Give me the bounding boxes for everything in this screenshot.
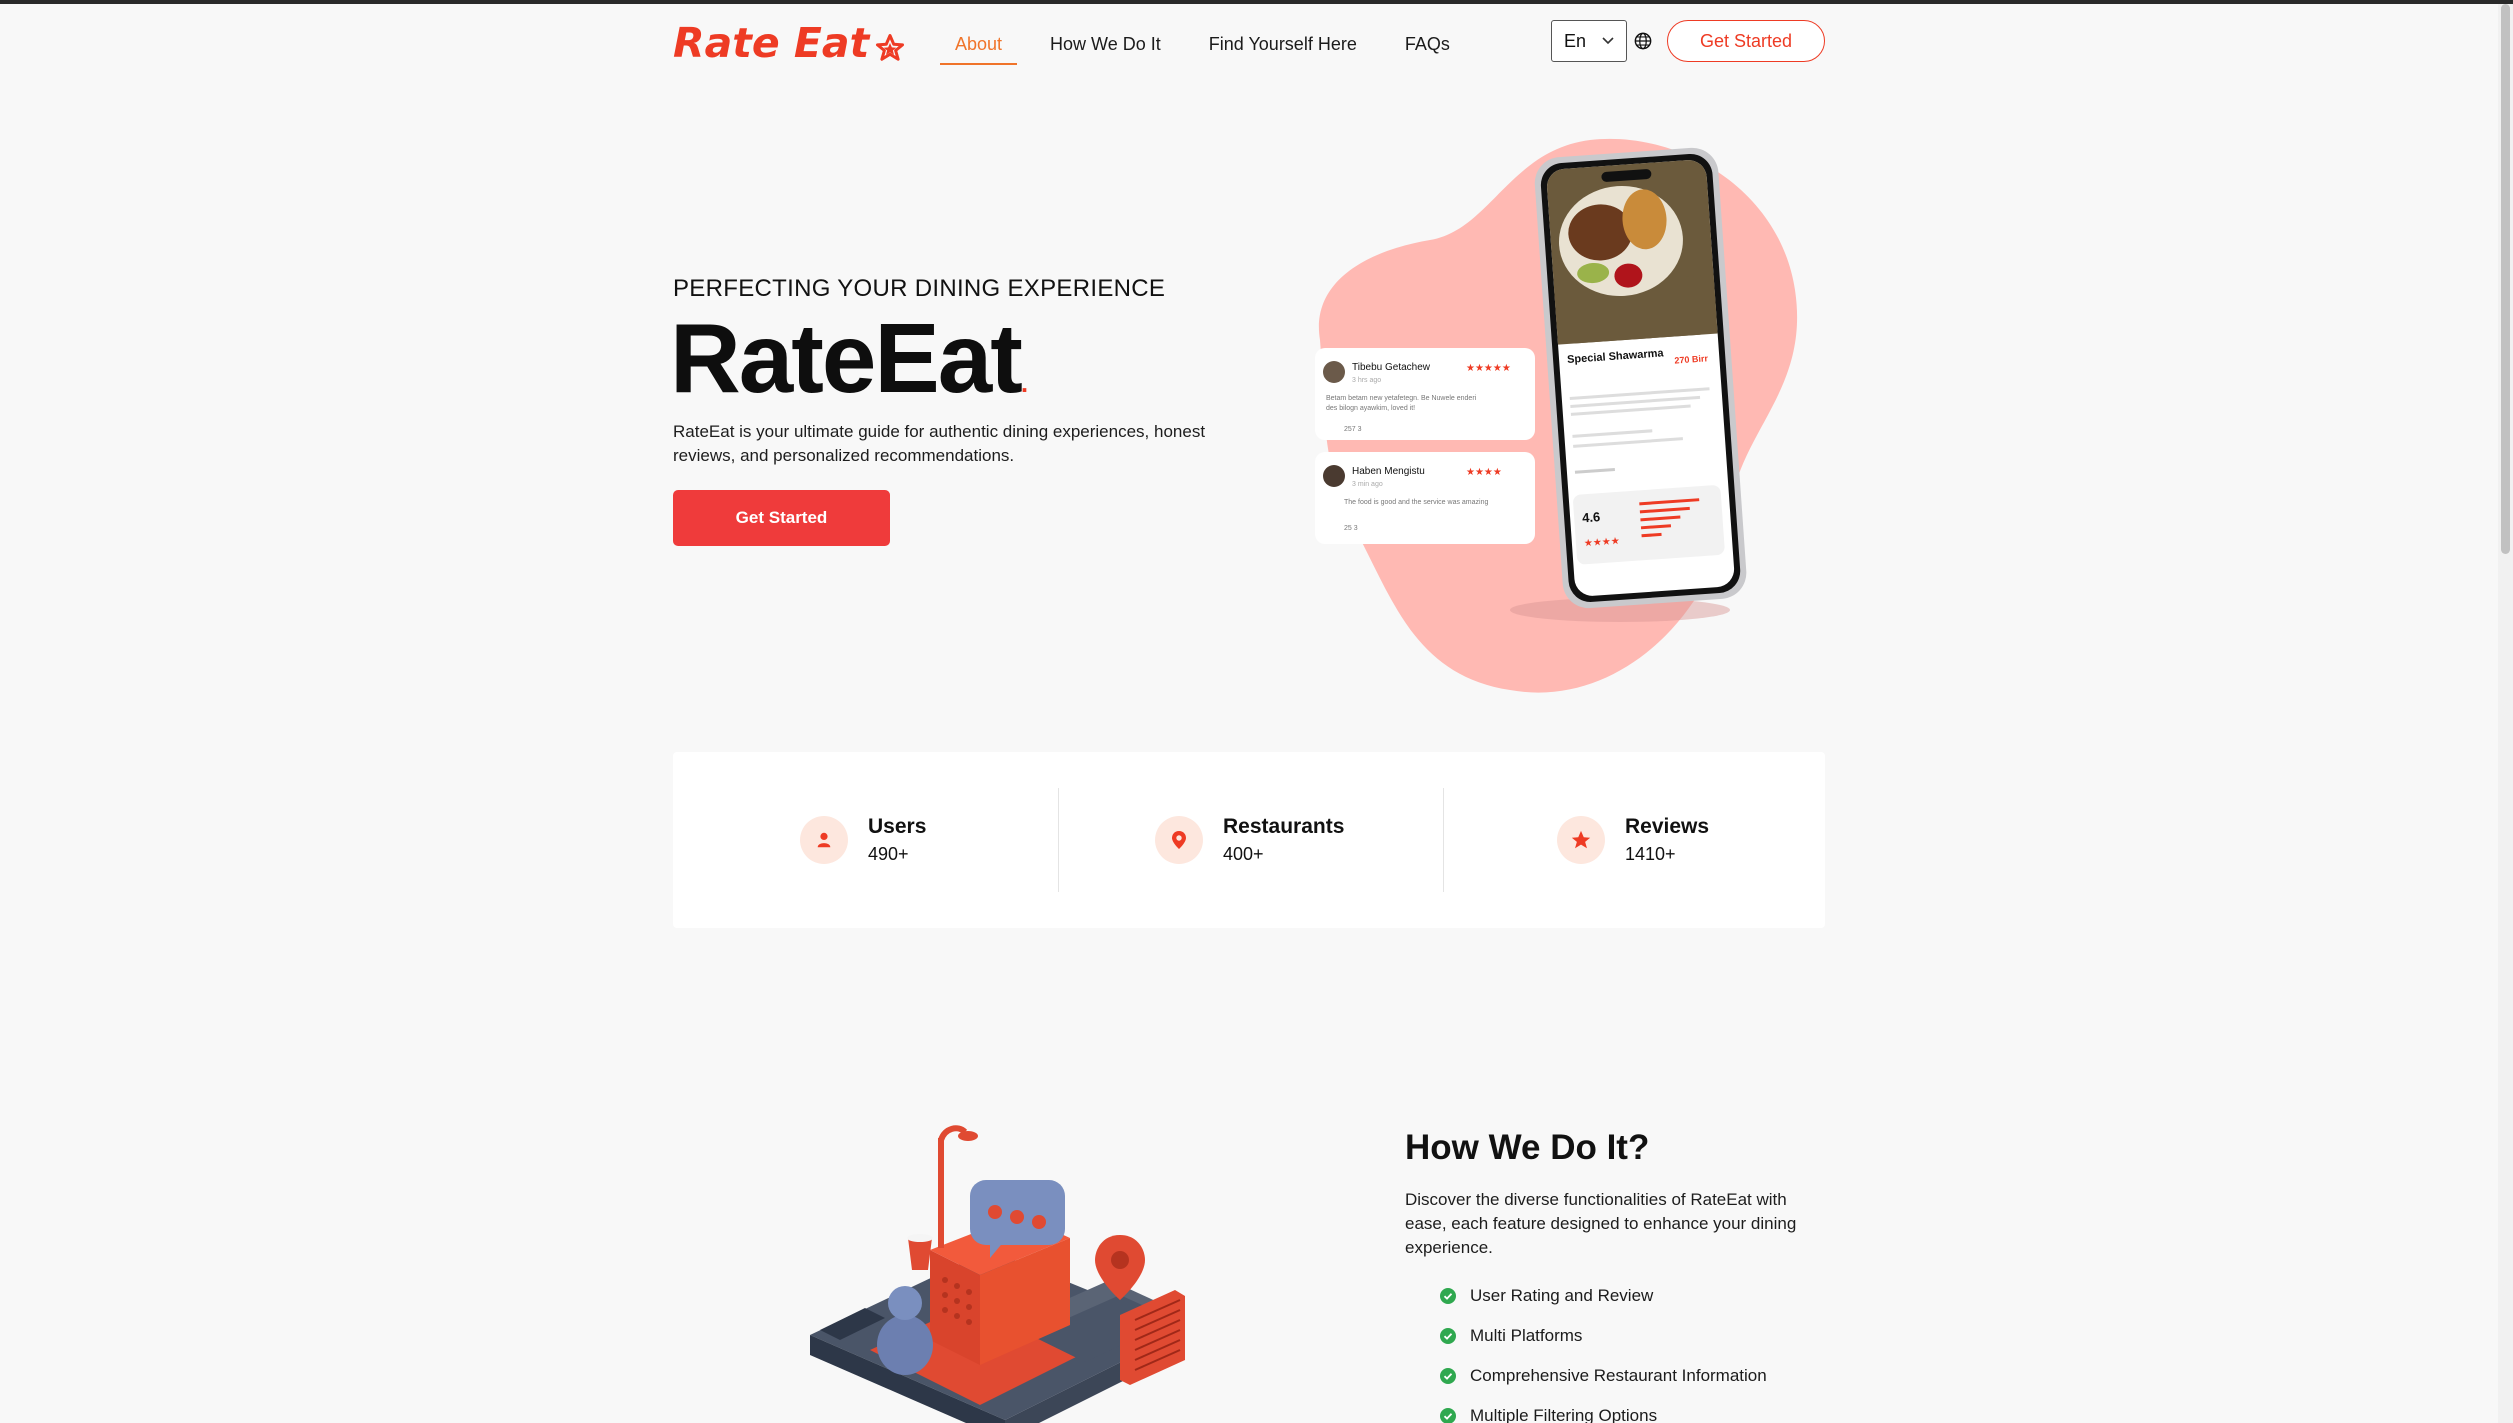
- stat-label: Users: [868, 815, 927, 838]
- svg-text:★★★★★: ★★★★★: [1466, 363, 1511, 374]
- check-circle-icon: [1440, 1368, 1456, 1384]
- divider: [1058, 788, 1059, 892]
- nav-link-find-yourself-here[interactable]: Find Yourself Here: [1194, 24, 1372, 64]
- top-navigation: Rate Eat About How We Do It Find Yoursel…: [0, 4, 2490, 78]
- stat-value: 1410+: [1625, 844, 1676, 864]
- location-pin-icon: [1155, 816, 1203, 864]
- scrollbar-thumb[interactable]: [2501, 4, 2510, 554]
- nav-link-faqs[interactable]: FAQs: [1390, 24, 1465, 64]
- feature-label: Multiple Filtering Options: [1470, 1406, 1658, 1423]
- nav-get-started-button[interactable]: Get Started: [1667, 20, 1825, 62]
- svg-text:25 3: 25 3: [1344, 525, 1358, 532]
- check-circle-icon: [1440, 1408, 1456, 1423]
- list-item: Multiple Filtering Options: [1440, 1396, 1767, 1423]
- stat-users: Users 490+: [800, 752, 926, 928]
- svg-text:257 3: 257 3: [1344, 426, 1362, 433]
- svg-text:Tibebu Getachew: Tibebu Getachew: [1352, 362, 1431, 373]
- hero-description: RateEat is your ultimate guide for authe…: [673, 422, 1206, 465]
- stat-reviews: Reviews 1410+: [1557, 752, 1709, 928]
- language-select[interactable]: En: [1551, 20, 1627, 62]
- stat-value: 400+: [1223, 844, 1264, 864]
- check-circle-icon: [1440, 1288, 1456, 1304]
- isometric-city-illustration: [810, 1125, 1185, 1423]
- feature-list: User Rating and Review Multi Platforms C…: [1440, 1276, 1767, 1423]
- logo-text: Rate Eat: [673, 19, 870, 67]
- svg-text:3 min ago: 3 min ago: [1352, 481, 1383, 488]
- svg-text:3 hrs ago: 3 hrs ago: [1352, 377, 1381, 384]
- svg-text:Haben Mengistu: Haben Mengistu: [1352, 466, 1425, 477]
- stats-panel: Users 490+ Restaurants 400+ Reviews 1410…: [673, 752, 1825, 928]
- how-section-title: How We Do It?: [1405, 1128, 1650, 1167]
- svg-text:The food is good and the servi: The food is good and the service was ama…: [1344, 499, 1488, 506]
- star-icon: [1557, 816, 1605, 864]
- nav-link-how-we-do-it[interactable]: How We Do It: [1035, 24, 1176, 64]
- stat-label: Restaurants: [1223, 815, 1345, 838]
- svg-text:4.6: 4.6: [1582, 509, 1601, 525]
- how-section-description: Discover the diverse functionalities of …: [1405, 1190, 1797, 1257]
- language-select-value: En: [1564, 30, 1587, 51]
- list-item: Comprehensive Restaurant Information: [1440, 1356, 1767, 1396]
- logo-star-icon: [876, 34, 905, 61]
- chevron-down-icon: [1602, 37, 1614, 45]
- feature-label: Comprehensive Restaurant Information: [1470, 1366, 1767, 1385]
- feature-label: Multi Platforms: [1470, 1326, 1583, 1345]
- stat-label: Reviews: [1625, 815, 1710, 838]
- list-item: User Rating and Review: [1440, 1276, 1767, 1316]
- svg-text:★★★★: ★★★★: [1466, 467, 1502, 478]
- feature-label: User Rating and Review: [1470, 1286, 1654, 1305]
- svg-text:des bilogn ayawkim, loved it!: des bilogn ayawkim, loved it!: [1326, 405, 1415, 412]
- hero-kicker: PERFECTING YOUR DINING EXPERIENCE: [673, 275, 1166, 302]
- primary-menu: About How We Do It Find Yourself Here FA…: [940, 24, 1483, 65]
- nav-link-about[interactable]: About: [940, 24, 1018, 65]
- stat-value: 490+: [868, 844, 909, 864]
- user-icon: [800, 816, 848, 864]
- hero-phone-illustration: Special Shawarma 270 Birr 4.6 ★★★★ Tibeb…: [1315, 138, 1798, 693]
- list-item: Multi Platforms: [1440, 1316, 1767, 1356]
- stat-restaurants: Restaurants 400+: [1155, 752, 1344, 928]
- hero-title: RateEat.: [670, 303, 1028, 413]
- check-circle-icon: [1440, 1328, 1456, 1344]
- brand-logo[interactable]: Rate Eat: [673, 18, 905, 68]
- divider: [1443, 788, 1444, 892]
- hero-get-started-button[interactable]: Get Started: [673, 490, 890, 546]
- vertical-scrollbar[interactable]: [2498, 4, 2513, 1423]
- svg-text:Betam betam new yetafetegn. Be: Betam betam new yetafetegn. Be Nuwele en…: [1326, 395, 1477, 402]
- hero-title-dot: .: [1020, 368, 1028, 398]
- globe-icon[interactable]: [1634, 32, 1652, 50]
- hero-title-text: RateEat: [670, 303, 1023, 413]
